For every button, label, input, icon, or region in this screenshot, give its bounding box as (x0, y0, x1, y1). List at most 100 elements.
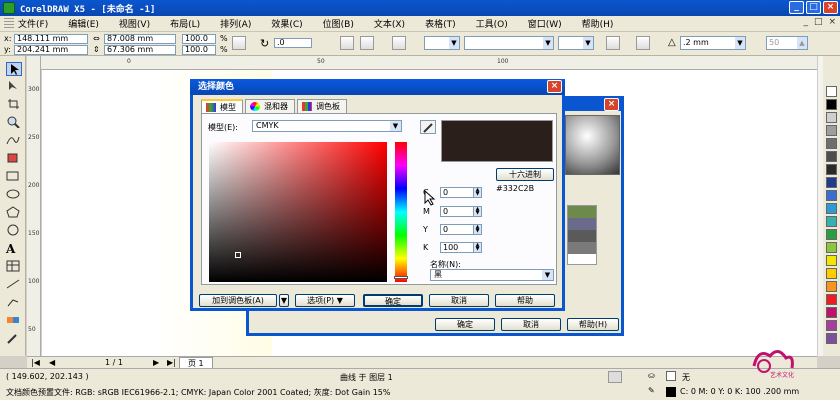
menu-edit[interactable]: 编辑(E) (68, 17, 99, 30)
tab-palettes[interactable]: 调色板 (297, 99, 347, 113)
height-field[interactable]: 67.306 mm (104, 45, 176, 55)
help-button[interactable]: 帮助 (495, 294, 555, 307)
color-picker-marker[interactable] (235, 252, 241, 258)
crop-tool-icon[interactable] (6, 98, 22, 112)
mirror-horizontal-icon[interactable] (340, 36, 354, 50)
table-tool-icon[interactable] (6, 260, 22, 274)
back-help-button[interactable]: 帮助(H) (567, 318, 619, 331)
first-page-icon[interactable]: |◀ (31, 358, 40, 367)
dimension-tool-icon[interactable] (6, 278, 22, 292)
smart-fill-tool-icon[interactable] (6, 152, 22, 166)
text-tool-icon[interactable]: A (6, 242, 22, 256)
doc-restore-button[interactable]: □ (814, 17, 823, 27)
freehand-tool-icon[interactable] (6, 134, 22, 148)
scale-x-field[interactable]: 100.0 (182, 34, 216, 44)
y-position-field[interactable]: 204.241 mm (14, 45, 88, 55)
palette-swatch[interactable] (826, 86, 837, 97)
add-to-palette-dropdown[interactable]: ▼ (279, 294, 289, 307)
palette-swatch[interactable] (826, 320, 837, 331)
view-mode-icon[interactable] (608, 371, 622, 383)
color-saturation-field[interactable] (209, 142, 387, 282)
spinner-arrows-icon[interactable]: ▲ ▼ (473, 188, 481, 197)
connector-tool-icon[interactable] (6, 296, 22, 310)
tab-model[interactable]: 模型 (201, 99, 243, 114)
palette-swatch[interactable] (826, 242, 837, 253)
menu-text[interactable]: 文本(X) (374, 17, 405, 30)
palette-swatch[interactable] (826, 268, 837, 279)
palette-swatch[interactable] (826, 203, 837, 214)
last-page-icon[interactable]: ▶| (167, 358, 176, 367)
back-ok-button[interactable]: 确定 (435, 318, 495, 331)
outline-pen-close-button[interactable]: × (604, 98, 619, 111)
channel-m-spinner[interactable]: 0 ▲ ▼ (440, 206, 482, 217)
vertical-ruler[interactable]: 300 250 200 150 100 50 (27, 56, 41, 356)
menu-layout[interactable]: 布局(L) (170, 17, 200, 30)
end-arrow-dropdown[interactable]: ▼ (558, 36, 594, 50)
spinner-arrows-icon[interactable]: ▲ ▼ (473, 207, 481, 216)
ok-button[interactable]: 确定 (363, 294, 423, 307)
mirror-vertical-icon[interactable] (360, 36, 374, 50)
options-button[interactable]: 选项(P) ▼ (295, 294, 355, 307)
width-field[interactable]: 87.008 mm (104, 34, 176, 44)
horizontal-ruler[interactable]: 0 50 100 (27, 56, 817, 70)
minimize-button[interactable]: _ (789, 1, 804, 14)
palette-swatch[interactable] (826, 307, 837, 318)
menu-window[interactable]: 窗口(W) (528, 17, 562, 30)
menu-table[interactable]: 表格(T) (425, 17, 456, 30)
close-button[interactable]: × (823, 1, 838, 14)
palette-swatch[interactable] (826, 112, 837, 123)
ellipse-tool-icon[interactable] (6, 188, 22, 202)
color-profile-info[interactable]: 文档颜色预置文件: RGB: sRGB IEC61966-2.1; CMYK: … (6, 387, 390, 398)
hue-slider[interactable] (394, 142, 408, 282)
palette-swatch[interactable] (826, 216, 837, 227)
select-color-close-button[interactable]: × (547, 80, 562, 93)
palette-swatch[interactable] (826, 151, 837, 162)
lock-ratio-icon[interactable] (232, 36, 246, 50)
menu-tools[interactable]: 工具(O) (476, 17, 508, 30)
shape-tool-icon[interactable] (6, 80, 22, 94)
channel-y-spinner[interactable]: 0 ▲ ▼ (440, 224, 482, 235)
rotation-field[interactable]: .0 (274, 38, 312, 48)
convert-curve-icon[interactable] (392, 36, 406, 50)
spinner-arrows-icon[interactable]: ▲ ▼ (473, 243, 481, 252)
outline-width-dropdown[interactable]: .2 mm ▼ (680, 36, 746, 50)
menubar-grip-icon[interactable] (4, 17, 14, 30)
basic-shapes-tool-icon[interactable] (6, 224, 22, 238)
interactive-blend-tool-icon[interactable] (6, 314, 22, 328)
menu-file[interactable]: 文件(F) (18, 17, 48, 30)
close-curve-icon[interactable] (606, 36, 620, 50)
palette-swatch[interactable] (826, 164, 837, 175)
palette-swatch[interactable] (826, 333, 837, 344)
menu-effects[interactable]: 效果(C) (271, 17, 302, 30)
palette-swatch[interactable] (826, 229, 837, 240)
wrap-text-icon[interactable] (636, 36, 650, 50)
palette-swatch[interactable] (826, 125, 837, 136)
menu-view[interactable]: 视图(V) (119, 17, 150, 30)
palette-swatch[interactable] (826, 177, 837, 188)
maximize-button[interactable]: □ (806, 1, 821, 14)
doc-close-button[interactable]: × (828, 17, 836, 27)
eyedropper-button[interactable] (420, 120, 436, 134)
polygon-tool-icon[interactable] (6, 206, 22, 220)
prev-page-icon[interactable]: ◀ (49, 358, 55, 367)
channel-c-spinner[interactable]: 0 ▲ ▼ (440, 187, 482, 198)
palette-swatch[interactable] (826, 190, 837, 201)
next-page-icon[interactable]: ▶ (153, 358, 159, 367)
x-position-field[interactable]: 148.111 mm (14, 34, 88, 44)
back-cancel-button[interactable]: 取消 (501, 318, 561, 331)
corner-radius-field[interactable]: 50 ▲ (766, 36, 808, 50)
spinner-arrows-icon[interactable]: ▲ ▼ (473, 225, 481, 234)
back-dialog-color-list[interactable] (567, 205, 597, 265)
palette-swatch[interactable] (826, 138, 837, 149)
add-to-palette-button[interactable]: 加到调色板(A) (199, 294, 277, 307)
palette-swatch[interactable] (826, 294, 837, 305)
pick-tool-icon[interactable] (6, 62, 22, 76)
hex-button[interactable]: 十六进制 (496, 168, 554, 181)
start-arrow-dropdown[interactable]: ▼ (424, 36, 460, 50)
menu-arrange[interactable]: 排列(A) (220, 17, 251, 30)
doc-minimize-button[interactable]: _ (803, 17, 808, 27)
color-name-dropdown[interactable]: 黑 ▼ (430, 269, 554, 281)
menu-help[interactable]: 帮助(H) (582, 17, 614, 30)
scale-y-field[interactable]: 100.0 (182, 45, 216, 55)
hue-slider-handle[interactable] (394, 276, 408, 279)
